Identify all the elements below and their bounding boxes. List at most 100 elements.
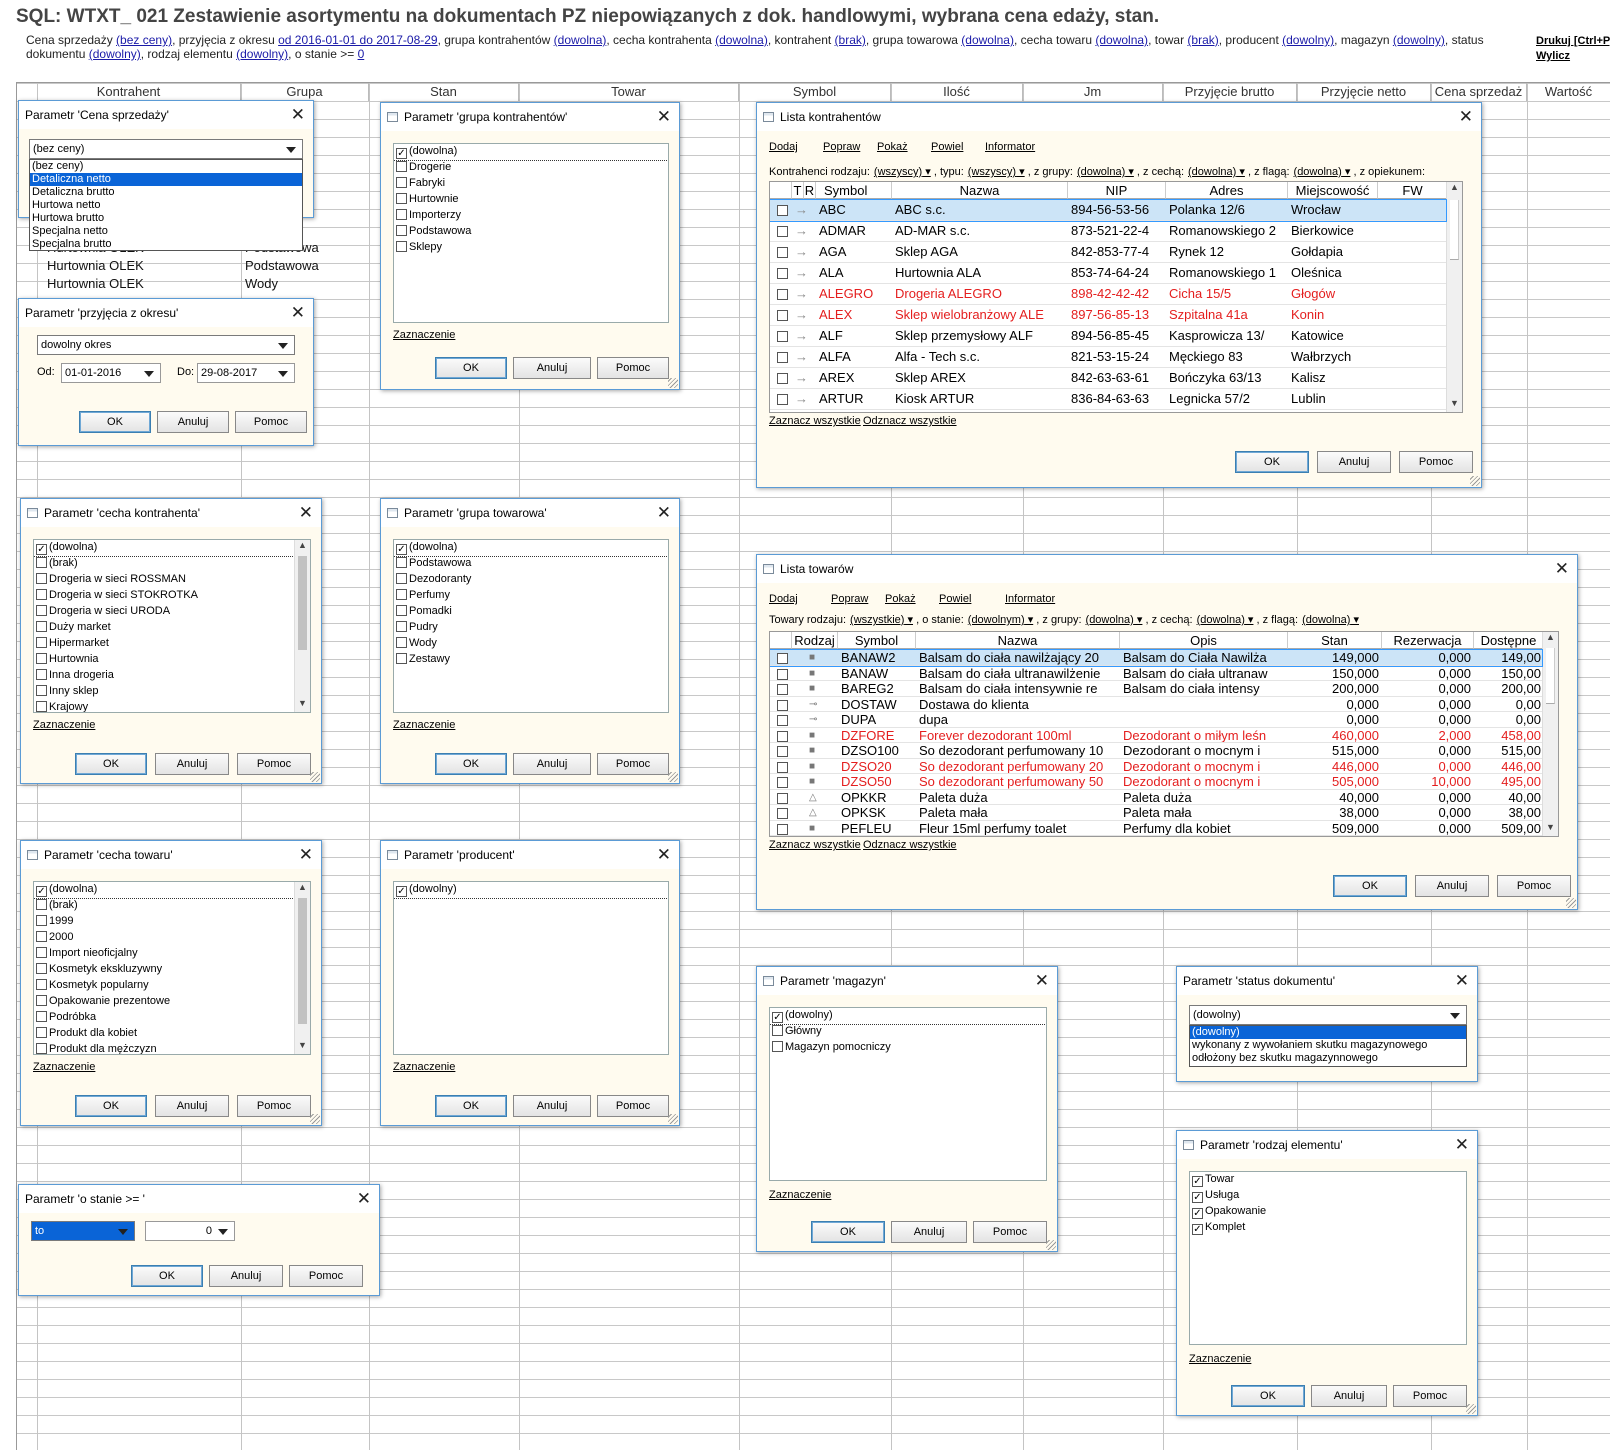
filter-cecha[interactable]: (dowolna) bbox=[1197, 614, 1254, 626]
scroll-up-icon[interactable]: ▲ bbox=[1543, 632, 1558, 646]
table-row[interactable]: ■ DZSO50 So dezodorant perfumowany 50 Dezod… bbox=[770, 774, 1542, 790]
checkbox-icon[interactable] bbox=[36, 701, 47, 712]
row-checkbox-icon[interactable] bbox=[774, 284, 790, 304]
row-checkbox-icon[interactable] bbox=[774, 305, 790, 325]
help-button[interactable]: Pomoc bbox=[1399, 451, 1473, 473]
row-checkbox-icon[interactable] bbox=[774, 774, 790, 789]
grid-header[interactable]: Symbol bbox=[739, 83, 891, 101]
selection-link[interactable]: Zaznaczenie bbox=[33, 1061, 95, 1073]
checkbox-icon[interactable] bbox=[396, 573, 407, 584]
check-item[interactable]: Fabryki bbox=[394, 176, 668, 192]
scroll-down-icon[interactable]: ▼ bbox=[295, 698, 310, 712]
check-item[interactable]: 1999 bbox=[34, 914, 310, 930]
param-link-towar[interactable]: (brak) bbox=[1187, 33, 1218, 47]
filter-grupa[interactable]: (dowolna) bbox=[1086, 614, 1143, 626]
checkbox-icon[interactable] bbox=[396, 209, 407, 220]
checkbox-checked-icon[interactable]: ✓ bbox=[36, 886, 47, 897]
checkbox-icon[interactable] bbox=[36, 915, 47, 926]
check-item[interactable]: Drogeria w sieci STOKROTKA bbox=[34, 588, 310, 604]
row-checkbox-icon[interactable] bbox=[774, 200, 790, 220]
check-item[interactable]: Sklepy bbox=[394, 240, 668, 256]
check-item[interactable]: ✓ Opakowanie bbox=[1190, 1204, 1466, 1220]
close-icon[interactable]: ✕ bbox=[291, 299, 305, 327]
close-icon[interactable]: ✕ bbox=[357, 1185, 371, 1213]
cancel-button[interactable]: Anuluj bbox=[513, 753, 591, 775]
checkbox-icon[interactable] bbox=[36, 931, 47, 942]
row-checkbox-icon[interactable] bbox=[774, 697, 790, 712]
table-row[interactable]: → ALF Sklep przemysłowy ALF 894-56-85-45 Kas… bbox=[770, 326, 1446, 347]
check-item[interactable]: (brak) bbox=[34, 898, 310, 914]
col-header[interactable] bbox=[770, 182, 792, 199]
menu-pokaz[interactable]: Pokaż bbox=[885, 593, 916, 605]
checkbox-icon[interactable] bbox=[396, 637, 407, 648]
row-checkbox-icon[interactable] bbox=[774, 410, 790, 412]
col-header[interactable]: Rodzaj bbox=[792, 632, 838, 649]
dropdown-option[interactable]: Hurtowa brutto bbox=[30, 212, 302, 225]
param-link-cecha-kontr[interactable]: (dowolna) bbox=[715, 33, 768, 47]
scroll-thumb[interactable] bbox=[1546, 648, 1555, 704]
ok-button[interactable]: OK bbox=[75, 753, 147, 775]
check-item[interactable]: Podstawowa bbox=[394, 224, 668, 240]
check-item[interactable]: ✓ (dowolna) bbox=[34, 882, 295, 899]
row-checkbox-icon[interactable] bbox=[774, 821, 790, 836]
filter-flaga[interactable]: (dowolna) bbox=[1302, 614, 1359, 626]
grid-header[interactable]: Grupa bbox=[241, 83, 369, 101]
row-checkbox-icon[interactable] bbox=[774, 666, 790, 681]
grid-header[interactable]: Towar bbox=[519, 83, 739, 101]
check-item[interactable]: ✓ (dowolna) bbox=[394, 144, 668, 161]
date-from-field[interactable]: 01-01-2016 bbox=[61, 363, 161, 383]
help-button[interactable]: Pomoc bbox=[597, 753, 669, 775]
check-item[interactable]: Kosmetyk popularny bbox=[34, 978, 310, 994]
cancel-button[interactable]: Anuluj bbox=[155, 1095, 229, 1117]
check-item[interactable]: Importerzy bbox=[394, 208, 668, 224]
checkbox-icon[interactable] bbox=[396, 193, 407, 204]
check-item[interactable]: Krajowy bbox=[34, 700, 310, 712]
checkbox-icon[interactable] bbox=[36, 589, 47, 600]
checkbox-checked-icon[interactable]: ✓ bbox=[396, 544, 407, 555]
filter-grupa[interactable]: (dowolna) bbox=[1077, 166, 1134, 178]
col-header[interactable]: T bbox=[792, 182, 804, 199]
check-item[interactable]: Magazyn pomocniczy bbox=[770, 1040, 1046, 1056]
checkbox-icon[interactable] bbox=[396, 241, 407, 252]
param-link-cena[interactable]: (bez ceny) bbox=[116, 33, 172, 47]
close-icon[interactable]: ✕ bbox=[299, 499, 313, 527]
col-header[interactable]: FW bbox=[1378, 182, 1448, 199]
checkbox-icon[interactable] bbox=[36, 899, 47, 910]
dropdown-option[interactable]: Detaliczna brutto bbox=[30, 186, 302, 199]
table-row[interactable]: → AGA Sklep AGA 842-853-77-4 Rynek 12 Gołdapi… bbox=[770, 242, 1446, 263]
col-header[interactable]: Miejscowość bbox=[1288, 182, 1378, 199]
check-item[interactable]: ✓ (dowolny) bbox=[770, 1008, 1046, 1025]
col-header[interactable]: R bbox=[804, 182, 816, 199]
menu-powiel[interactable]: Powiel bbox=[939, 593, 971, 605]
row-checkbox-icon[interactable] bbox=[774, 681, 790, 696]
row-checkbox-icon[interactable] bbox=[774, 650, 790, 665]
table-row[interactable]: → BEATRICHurtownia kosmetyków BE848-54-54… bbox=[770, 410, 1446, 412]
col-header[interactable]: Stan bbox=[1288, 632, 1382, 649]
checkbox-icon[interactable] bbox=[36, 979, 47, 990]
row-checkbox-icon[interactable] bbox=[774, 326, 790, 346]
check-item[interactable]: Inny sklep bbox=[34, 684, 310, 700]
row-checkbox-icon[interactable] bbox=[774, 368, 790, 388]
checkbox-checked-icon[interactable]: ✓ bbox=[1192, 1208, 1203, 1219]
selection-link[interactable]: Zaznaczenie bbox=[1189, 1353, 1251, 1365]
ok-button[interactable]: OK bbox=[1333, 875, 1407, 897]
check-item[interactable]: Hurtownia bbox=[34, 652, 310, 668]
table-row[interactable]: ■ BANAW2 Balsam do ciała nawilżający 20 Bal… bbox=[770, 649, 1543, 667]
param-link-stan[interactable]: 0 bbox=[358, 47, 365, 61]
dropdown-option[interactable]: (bez ceny) bbox=[30, 160, 302, 173]
scroll-down-icon[interactable]: ▼ bbox=[295, 1040, 310, 1054]
row-checkbox-icon[interactable] bbox=[774, 790, 790, 805]
scroll-down-icon[interactable]: ▼ bbox=[1543, 822, 1558, 836]
filter-rodzaj[interactable]: (wszyscy) bbox=[874, 166, 931, 178]
menu-dodaj[interactable]: Dodaj bbox=[769, 141, 798, 153]
ok-button[interactable]: OK bbox=[435, 1095, 507, 1117]
param-link-grupa-kontr[interactable]: (dowolna) bbox=[554, 33, 607, 47]
dropdown-option[interactable]: odłożony bez skutku magazynnowego bbox=[1190, 1052, 1466, 1065]
scroll-down-icon[interactable]: ▼ bbox=[1447, 398, 1462, 412]
param-link-status[interactable]: (dowolny) bbox=[89, 47, 141, 61]
vertical-scrollbar[interactable]: ▲ ▼ bbox=[294, 540, 310, 712]
cancel-button[interactable]: Anuluj bbox=[209, 1265, 283, 1287]
row-checkbox-icon[interactable] bbox=[774, 759, 790, 774]
check-item[interactable]: 2000 bbox=[34, 930, 310, 946]
close-icon[interactable]: ✕ bbox=[1459, 103, 1473, 131]
